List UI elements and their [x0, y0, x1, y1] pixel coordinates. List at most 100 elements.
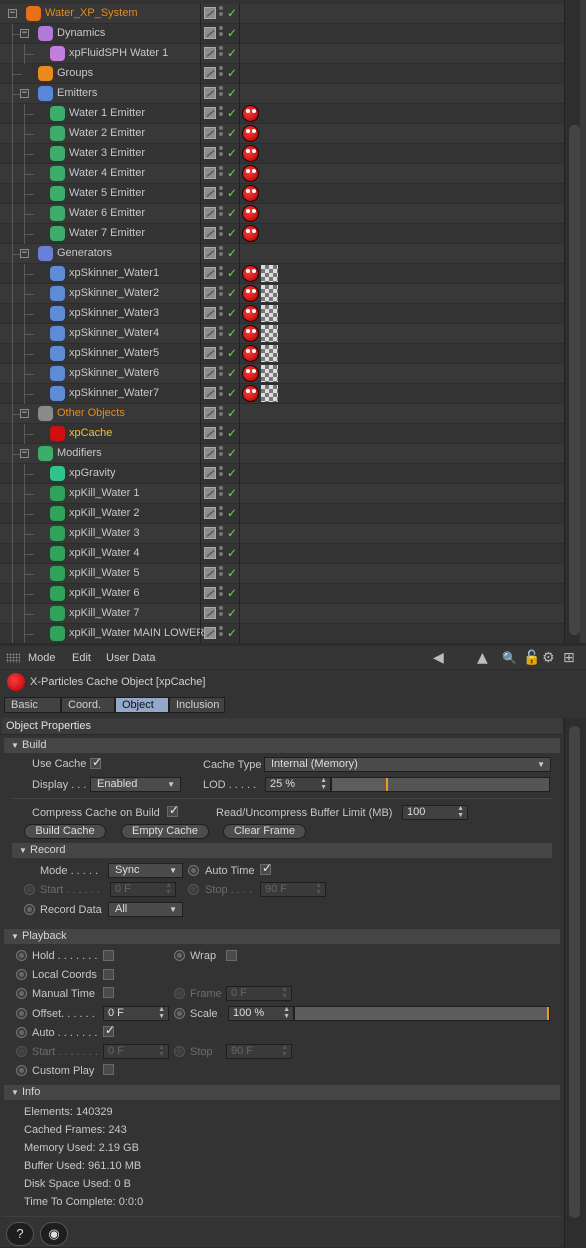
menu-mode[interactable]: Mode [28, 652, 56, 664]
object-row[interactable]: Water 1 Emitter ✓ [0, 104, 564, 124]
layer-icon[interactable] [204, 487, 216, 499]
new-panel-icon[interactable]: ⊞ [563, 650, 575, 666]
object-name[interactable]: xpSkinner_Water2 [69, 287, 159, 299]
help-icon[interactable]: ? [6, 1222, 34, 1246]
visibility-dots-icon[interactable] [219, 466, 224, 481]
texture-tag-icon[interactable] [261, 265, 278, 282]
record-stop-field[interactable]: 90 F ▲ ▼ [260, 882, 326, 897]
lod-field[interactable]: 25 % ▲ ▼ [265, 777, 331, 792]
object-name[interactable]: Water 5 Emitter [69, 187, 145, 199]
spinner-arrows-icon[interactable]: ▲ ▼ [315, 882, 322, 896]
tab-inclusion[interactable]: Inclusion [169, 697, 225, 713]
object-row[interactable]: xpSkinner_Water7 ✓ [0, 384, 564, 404]
object-row[interactable]: xpSkinner_Water1 ✓ [0, 264, 564, 284]
enabled-check-icon[interactable]: ✓ [227, 226, 237, 240]
object-name[interactable]: xpKill_Water 3 [69, 527, 140, 539]
object-row[interactable]: − Generators ✓ [0, 244, 564, 264]
object-tree-scrollbar[interactable] [564, 0, 586, 643]
scrollbar-thumb[interactable] [569, 726, 580, 1218]
offset-radio[interactable] [16, 1008, 27, 1019]
spinner-arrows-icon[interactable]: ▲ ▼ [165, 882, 172, 896]
object-row[interactable]: xpKill_Water 5 ✓ [0, 564, 564, 584]
empty-cache-button[interactable]: Empty Cache [121, 824, 209, 839]
visibility-dots-icon[interactable] [219, 246, 224, 261]
object-row[interactable]: xpKill_Water 3 ✓ [0, 524, 564, 544]
layer-icon[interactable] [204, 347, 216, 359]
layer-icon[interactable] [204, 87, 216, 99]
playback-section-header[interactable]: ▼ Playback [4, 929, 560, 944]
visibility-dots-icon[interactable] [219, 566, 224, 581]
visibility-dots-icon[interactable] [219, 306, 224, 321]
xp-cache-tag-icon[interactable] [242, 385, 259, 402]
panel-grip-icon[interactable] [6, 653, 20, 663]
object-name[interactable]: xpKill_Water 1 [69, 487, 140, 499]
xp-cache-tag-icon[interactable] [242, 365, 259, 382]
visibility-dots-icon[interactable] [219, 46, 224, 61]
layer-icon[interactable] [204, 527, 216, 539]
object-name[interactable]: xpKill_Water 5 [69, 567, 140, 579]
object-row[interactable]: − Other Objects ✓ [0, 404, 564, 424]
tab-coord[interactable]: Coord. [61, 697, 115, 713]
layer-icon[interactable] [204, 307, 216, 319]
scale-radio[interactable] [174, 1008, 185, 1019]
enabled-check-icon[interactable]: ✓ [227, 206, 237, 220]
xp-cache-tag-icon[interactable] [242, 265, 259, 282]
visibility-dots-icon[interactable] [219, 66, 224, 81]
record-section-header[interactable]: ▼ Record [12, 843, 552, 858]
visibility-dots-icon[interactable] [219, 526, 224, 541]
spinner-arrows-icon[interactable]: ▲ ▼ [158, 1006, 165, 1020]
layer-icon[interactable] [204, 207, 216, 219]
visibility-dots-icon[interactable] [219, 366, 224, 381]
wrap-radio[interactable] [174, 950, 185, 961]
layer-icon[interactable] [204, 127, 216, 139]
layer-icon[interactable] [204, 607, 216, 619]
enabled-check-icon[interactable]: ✓ [227, 566, 237, 580]
object-row[interactable]: xpGravity ✓ [0, 464, 564, 484]
object-name[interactable]: Emitters [57, 87, 97, 99]
texture-tag-icon[interactable] [261, 285, 278, 302]
enabled-check-icon[interactable]: ✓ [227, 506, 237, 520]
layer-icon[interactable] [204, 227, 216, 239]
object-row[interactable]: Water 7 Emitter ✓ [0, 224, 564, 244]
layer-icon[interactable] [204, 587, 216, 599]
enabled-check-icon[interactable]: ✓ [227, 306, 237, 320]
manual-time-radio[interactable] [16, 988, 27, 999]
visibility-dots-icon[interactable] [219, 486, 224, 501]
layer-icon[interactable] [204, 287, 216, 299]
spinner-arrows-icon[interactable]: ▲ ▼ [283, 1006, 290, 1020]
frame-radio[interactable] [174, 988, 185, 999]
object-name[interactable]: Water 2 Emitter [69, 127, 145, 139]
cache-type-dropdown[interactable]: Internal (Memory) ▼ [264, 757, 551, 772]
fold-toggle-icon[interactable]: − [20, 249, 29, 258]
xp-cache-tag-icon[interactable] [242, 165, 259, 182]
layer-icon[interactable] [204, 407, 216, 419]
object-name[interactable]: Modifiers [57, 447, 102, 459]
layer-icon[interactable] [204, 167, 216, 179]
enabled-check-icon[interactable]: ✓ [227, 486, 237, 500]
fold-toggle-icon[interactable]: − [8, 9, 17, 18]
visibility-dots-icon[interactable] [219, 86, 224, 101]
layer-icon[interactable] [204, 387, 216, 399]
info-section-header[interactable]: ▼ Info [4, 1085, 560, 1100]
xp-cache-tag-icon[interactable] [242, 145, 259, 162]
xp-cache-tag-icon[interactable] [242, 305, 259, 322]
visibility-dots-icon[interactable] [219, 606, 224, 621]
object-row[interactable]: xpKill_Water MAIN LOWER ✓ [0, 624, 564, 643]
object-row[interactable]: xpCache ✓ [0, 424, 564, 444]
object-row[interactable]: xpSkinner_Water3 ✓ [0, 304, 564, 324]
enabled-check-icon[interactable]: ✓ [227, 526, 237, 540]
enabled-check-icon[interactable]: ✓ [227, 386, 237, 400]
object-name[interactable]: Water 1 Emitter [69, 107, 145, 119]
fold-toggle-icon[interactable]: − [20, 409, 29, 418]
visibility-dots-icon[interactable] [219, 146, 224, 161]
visibility-dots-icon[interactable] [219, 506, 224, 521]
enabled-check-icon[interactable]: ✓ [227, 46, 237, 60]
properties-scrollbar[interactable] [564, 718, 586, 1248]
enabled-check-icon[interactable]: ✓ [227, 426, 237, 440]
object-name[interactable]: xpSkinner_Water6 [69, 367, 159, 379]
layer-icon[interactable] [204, 627, 216, 639]
object-row[interactable]: xpFluidSPH Water 1 ✓ [0, 44, 564, 64]
object-name[interactable]: xpSkinner_Water5 [69, 347, 159, 359]
object-name[interactable]: xpKill_Water 7 [69, 607, 140, 619]
object-row[interactable]: Water 6 Emitter ✓ [0, 204, 564, 224]
